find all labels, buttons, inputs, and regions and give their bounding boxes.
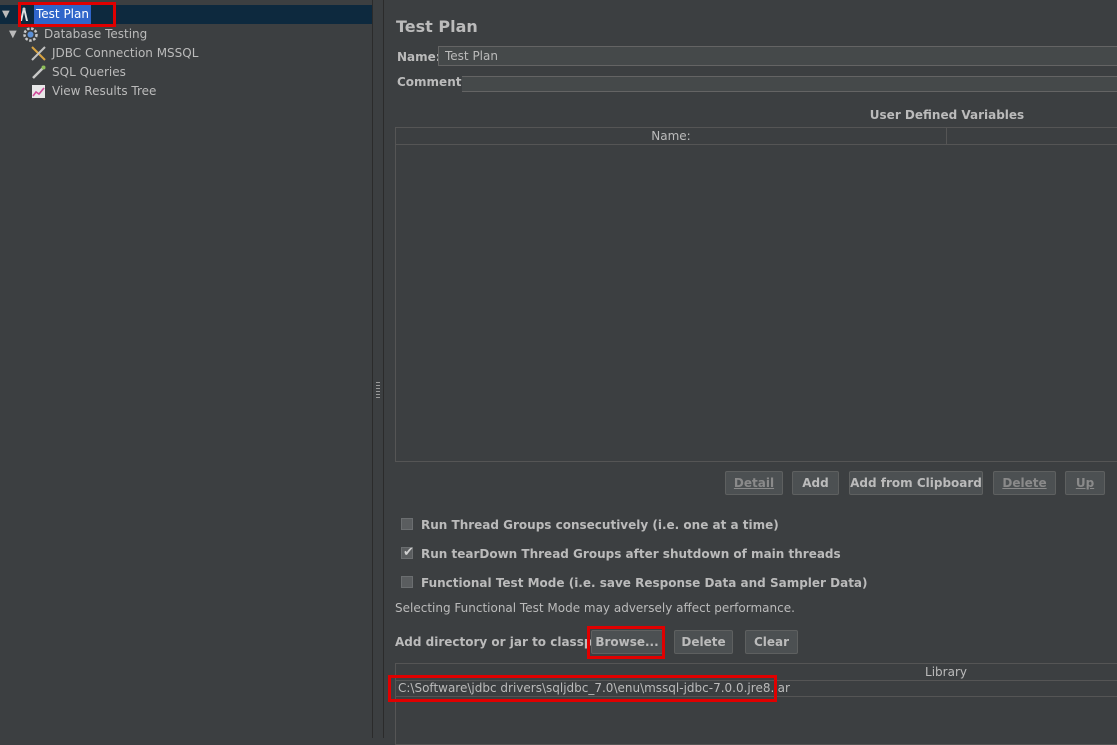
collapse-arrow-icon[interactable]: ▼ [2,10,12,20]
tree-item-label: SQL Queries [52,65,126,79]
up-button[interactable]: Up [1065,471,1105,495]
listener-graph-icon [30,83,47,100]
checkbox-label: Run Thread Groups consecutively (i.e. on… [421,518,779,532]
user-defined-variables-table[interactable]: Name: [395,127,1117,462]
user-defined-variables-title: User Defined Variables [869,108,1025,122]
thread-group-gear-icon [22,26,39,43]
pane-splitter[interactable] [373,0,384,738]
detail-button[interactable]: Detail [725,471,783,495]
name-input[interactable] [438,46,1117,66]
column-header-library[interactable]: Library [756,664,1117,680]
checkbox-label: Functional Test Mode (i.e. save Response… [421,576,868,590]
add-button[interactable]: Add [792,471,839,495]
table-header: Name: [396,128,1117,145]
checkbox-box[interactable]: ✔ [401,545,414,560]
checkbox-box[interactable] [401,518,413,530]
tree-item-label: JDBC Connection MSSQL [52,46,199,60]
add-from-clipboard-button[interactable]: Add from Clipboard [849,471,983,495]
performance-note: Selecting Functional Test Mode may adver… [395,601,795,615]
name-label: Name: [397,50,441,64]
classpath-label: Add directory or jar to classpath [395,635,615,649]
tree-item-label: Database Testing [44,27,148,41]
checkbox-label: Run tearDown Thread Groups after shutdow… [421,547,841,561]
comments-input[interactable] [462,76,1117,92]
delete-classpath-button[interactable]: Delete [674,630,733,654]
tree-item-label: View Results Tree [52,84,157,98]
checkmark-icon: ✔ [403,545,414,560]
config-tools-icon [30,45,47,62]
splitter-grip-icon[interactable] [376,382,380,400]
test-plan-tree: ▼ Test Plan ▼ Database Testing JDBC Conn… [0,0,373,738]
page-title: Test Plan [396,17,478,36]
highlight-box-test-plan [18,2,116,27]
column-header-name[interactable]: Name: [396,128,947,144]
sampler-pipette-icon [30,64,47,81]
delete-variable-button[interactable]: Delete [993,471,1056,495]
clear-button[interactable]: Clear [745,630,798,654]
test-plan-editor: Test Plan Name: Comments: User Defined V… [384,0,1117,745]
checkbox-box[interactable] [401,576,413,588]
collapse-arrow-icon[interactable]: ▼ [9,30,19,40]
highlight-box-library-path [388,675,777,702]
highlight-box-browse [587,626,665,659]
